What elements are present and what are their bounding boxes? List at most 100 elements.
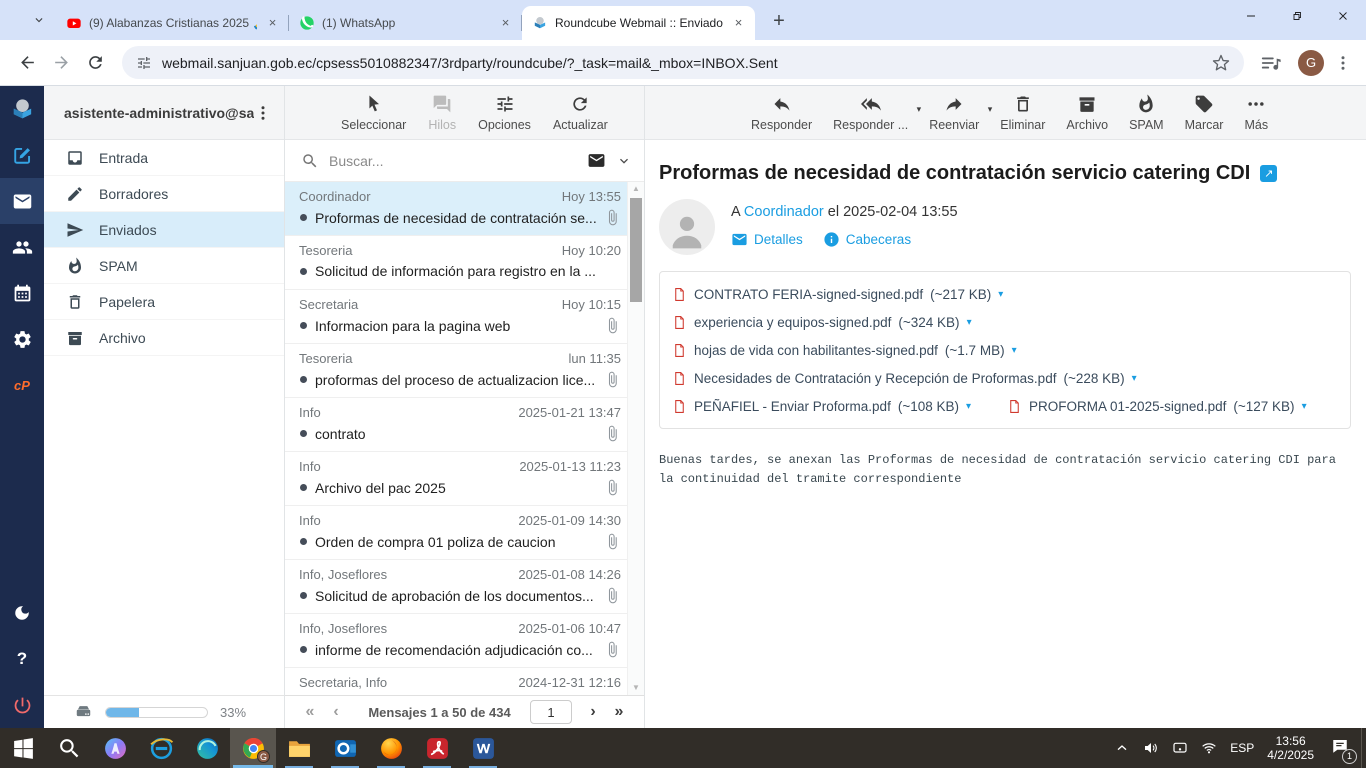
list-toolbar-button[interactable]: Hilos — [428, 94, 456, 132]
rail-settings-button[interactable] — [0, 316, 44, 362]
scrollbar-thumb[interactable] — [630, 198, 642, 302]
rail-mail-button[interactable] — [0, 178, 44, 224]
recipient-link[interactable]: Coordinador — [744, 204, 824, 220]
attachment-item[interactable]: PEÑAFIEL - Enviar Proforma.pdf (~108 KB) — [672, 392, 971, 420]
search-scope-icon[interactable] — [587, 151, 606, 170]
attachment-item[interactable]: PROFORMA 01-2025-signed.pdf (~127 KB) — [1007, 392, 1307, 420]
window-close-button[interactable] — [1320, 0, 1366, 32]
attachment-name[interactable]: PROFORMA 01-2025-signed.pdf — [1029, 399, 1226, 414]
folder-item[interactable]: SPAM — [44, 248, 284, 284]
keyboard-language[interactable]: ESP — [1230, 741, 1254, 755]
site-info-icon[interactable] — [136, 55, 152, 71]
back-button[interactable] — [10, 46, 44, 80]
message-row[interactable]: Info 2025-01-13 11:23 Archivo del pac 20… — [285, 452, 627, 506]
message-row[interactable]: Tesoreria Hoy 10:20 Solicitud de informa… — [285, 236, 627, 290]
message-row[interactable]: Secretaria Hoy 10:15 Informacion para la… — [285, 290, 627, 344]
page-first-button[interactable]: « — [297, 703, 323, 721]
taskbar-app[interactable] — [184, 728, 230, 768]
details-link[interactable]: Detalles — [731, 231, 803, 248]
taskbar-clock[interactable]: 13:56 4/2/2025 — [1267, 734, 1314, 762]
browser-menu-icon[interactable] — [1334, 54, 1352, 72]
taskbar-app[interactable]: G — [230, 728, 276, 768]
message-row[interactable]: Info 2025-01-21 13:47 contrato — [285, 398, 627, 452]
new-tab-button[interactable]: + — [765, 7, 793, 35]
attachment-menu-caret-icon[interactable] — [1132, 373, 1137, 384]
attachment-item[interactable]: CONTRATO FERIA-signed-signed.pdf (~217 K… — [672, 280, 1003, 308]
open-in-new-window-icon[interactable] — [1260, 165, 1278, 182]
scrollbar-down-icon[interactable] — [628, 681, 644, 695]
message-row[interactable]: Tesoreria lun 11:35 proformas del proces… — [285, 344, 627, 398]
meet-now-icon[interactable] — [1172, 740, 1188, 756]
taskbar-app[interactable] — [276, 728, 322, 768]
tray-chevron-up-icon[interactable] — [1114, 740, 1130, 756]
notifications-button[interactable]: 1 — [1331, 737, 1357, 764]
taskbar-app[interactable] — [322, 728, 368, 768]
tab-close-icon[interactable]: × — [730, 15, 747, 32]
scrollbar-up-icon[interactable] — [628, 182, 644, 196]
taskbar-app[interactable] — [92, 728, 138, 768]
message-toolbar-button[interactable]: Responder — [751, 94, 812, 132]
folder-options-icon[interactable] — [254, 104, 272, 122]
message-toolbar-button[interactable]: Marcar — [1185, 94, 1223, 132]
folder-item[interactable]: Papelera — [44, 284, 284, 320]
headers-link[interactable]: Cabeceras — [823, 231, 911, 248]
page-next-button[interactable]: › — [580, 703, 606, 721]
taskbar-app[interactable] — [138, 728, 184, 768]
attachment-menu-caret-icon[interactable] — [966, 401, 971, 412]
attachment-name[interactable]: CONTRATO FERIA-signed-signed.pdf — [694, 287, 923, 302]
message-row[interactable]: Info, Joseflores 2025-01-08 14:26 Solici… — [285, 560, 627, 614]
cpanel-button[interactable]: cP — [0, 362, 44, 408]
attachment-name[interactable]: hojas de vida con habilitantes-signed.pd… — [694, 343, 938, 358]
help-button[interactable]: ? — [0, 636, 44, 682]
message-row[interactable]: Info 2025-01-09 14:30 Orden de compra 01… — [285, 506, 627, 560]
url-bar[interactable]: webmail.sanjuan.gob.ec/cpsess5010882347/… — [122, 46, 1244, 79]
attachment-name[interactable]: PEÑAFIEL - Enviar Proforma.pdf — [694, 399, 891, 414]
reload-button[interactable] — [78, 46, 112, 80]
browser-tab[interactable]: Roundcube Webmail :: Enviados × — [522, 6, 755, 40]
rail-contacts-button[interactable] — [0, 224, 44, 270]
search-input[interactable] — [329, 152, 577, 169]
list-toolbar-button[interactable]: Seleccionar — [341, 94, 406, 132]
tab-list-chevron-icon[interactable] — [28, 9, 50, 31]
taskbar-app[interactable] — [46, 728, 92, 768]
page-last-button[interactable]: » — [606, 703, 632, 721]
message-row[interactable]: Coordinador Hoy 13:55 Proformas de neces… — [285, 182, 627, 236]
taskbar-app[interactable] — [368, 728, 414, 768]
dropdown-caret-icon[interactable] — [988, 104, 993, 115]
list-toolbar-button[interactable]: Actualizar — [553, 94, 608, 132]
rail-calendar-button[interactable] — [0, 270, 44, 316]
list-toolbar-button[interactable]: Opciones — [478, 94, 531, 132]
page-prev-button[interactable]: ‹ — [323, 703, 349, 721]
logout-button[interactable] — [0, 682, 44, 728]
message-row[interactable]: Secretaria, Info 2024-12-31 12:16 — [285, 668, 627, 695]
dropdown-caret-icon[interactable] — [917, 104, 922, 115]
attachment-menu-caret-icon[interactable] — [1302, 401, 1307, 412]
dark-mode-button[interactable] — [0, 590, 44, 636]
folder-item[interactable]: Enviados — [44, 212, 284, 248]
attachment-name[interactable]: Necesidades de Contratación y Recepción … — [694, 371, 1056, 386]
list-scrollbar[interactable] — [627, 182, 644, 695]
volume-icon[interactable] — [1143, 740, 1159, 756]
taskbar-app[interactable] — [414, 728, 460, 768]
folder-item[interactable]: Entrada — [44, 140, 284, 176]
profile-avatar[interactable]: G — [1298, 49, 1324, 76]
message-row[interactable]: Info, Joseflores 2025-01-06 10:47 inform… — [285, 614, 627, 668]
window-minimize-button[interactable] — [1228, 0, 1274, 32]
attachment-item[interactable]: hojas de vida con habilitantes-signed.pd… — [672, 336, 1017, 364]
browser-tab[interactable]: (9) Alabanzas Cristianas 2025 🙏 × — [56, 6, 289, 40]
taskbar-app[interactable] — [460, 728, 506, 768]
attachment-menu-caret-icon[interactable] — [967, 317, 972, 328]
attachment-name[interactable]: experiencia y equipos-signed.pdf — [694, 315, 891, 330]
search-options-chevron-icon[interactable] — [616, 153, 632, 169]
compose-button[interactable] — [0, 132, 44, 178]
media-controls-icon[interactable] — [1260, 52, 1282, 74]
wifi-icon[interactable] — [1201, 740, 1217, 756]
message-toolbar-button[interactable]: Más — [1244, 94, 1268, 132]
attachment-item[interactable]: experiencia y equipos-signed.pdf (~324 K… — [672, 308, 972, 336]
tab-close-icon[interactable]: × — [497, 15, 514, 32]
forward-button[interactable] — [44, 46, 78, 80]
message-toolbar-button[interactable]: Eliminar — [1000, 94, 1045, 132]
taskbar-app[interactable] — [0, 728, 46, 768]
window-restore-button[interactable] — [1274, 0, 1320, 32]
show-desktop-button[interactable] — [1361, 728, 1366, 768]
